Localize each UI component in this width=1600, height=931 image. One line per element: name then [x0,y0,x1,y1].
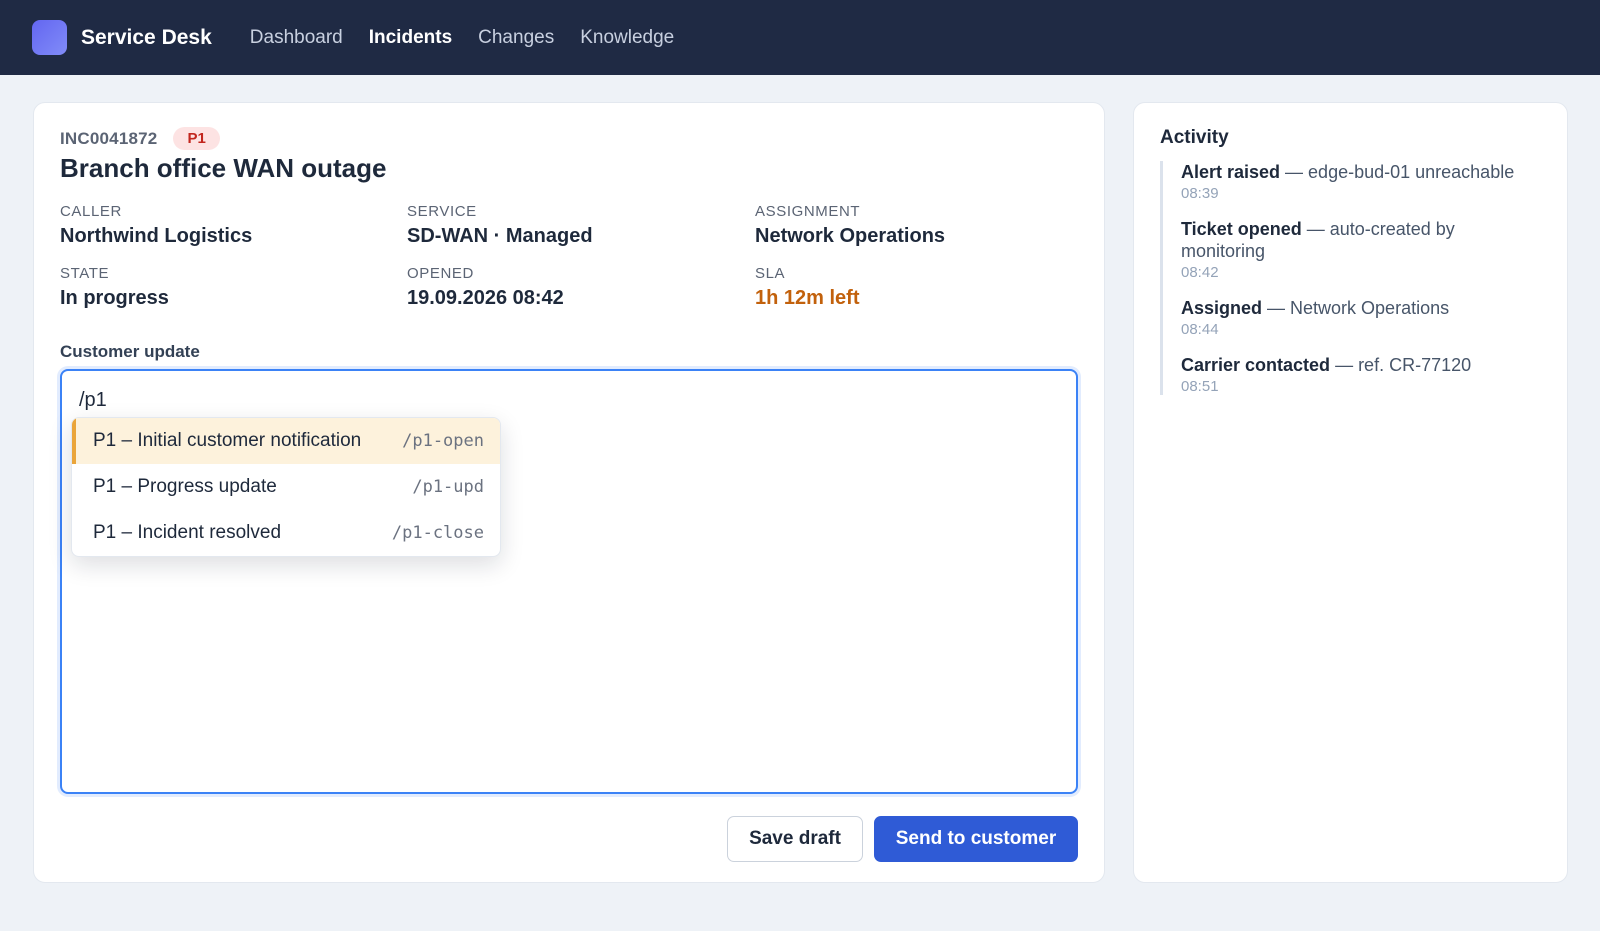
field-assignment: ASSIGNMENT Network Operations [755,203,945,248]
field-value: In progress [60,287,169,309]
suggestion-item-p1-open[interactable]: P1 – Initial customer notification /p1-o… [72,418,500,464]
field-service: SERVICE SD-WAN · Managed [407,203,593,248]
ticket-id: INC0041872 [60,128,158,148]
field-label: STATE [60,265,110,282]
field-label: SERVICE [407,203,477,220]
customer-update-label: Customer update [60,342,200,361]
field-value: Network Operations [755,225,946,247]
sla-value: 1h 12m left [755,287,860,309]
field-label: ASSIGNMENT [755,203,861,220]
event-detail: — Network Operations [1262,298,1450,318]
activity-event: Assigned — Network Operations 08:44 [1181,297,1541,338]
activity-timeline: Alert raised — edge-bud-01 unreachable 0… [1160,161,1541,395]
activity-event: Ticket opened — auto-created by monitori… [1181,218,1541,281]
ticket-title: Branch office WAN outage [60,153,387,183]
textarea-value[interactable]: /p1 [79,389,107,412]
field-label: SLA [755,265,786,282]
activity-event: Carrier contacted — ref. CR-77120 08:51 [1181,354,1541,395]
activity-title: Activity [1160,127,1229,148]
event-title: Assigned [1181,298,1263,318]
event-time: 08:39 [1181,185,1219,202]
send-to-customer-button[interactable]: Send to customer [874,816,1078,862]
event-detail: — ref. CR-77120 [1330,355,1472,375]
event-time: 08:51 [1181,378,1219,395]
field-state: STATE In progress [60,265,169,310]
field-value: 19.09.2026 08:42 [407,287,564,309]
field-sla: SLA 1h 12m left [755,265,859,310]
suggestion-code: /p1-open [402,431,484,451]
customer-update-textarea[interactable]: /p1 P1 – Initial customer notification /… [60,369,1078,794]
main-nav: Dashboard Incidents Changes Knowledge [250,27,700,49]
field-value: SD-WAN · Managed [407,225,593,247]
nav-item-knowledge[interactable]: Knowledge [580,27,674,49]
nav-item-changes[interactable]: Changes [478,27,554,49]
template-suggestions-dropdown: P1 – Initial customer notification /p1-o… [71,417,501,557]
field-value: Northwind Logistics [60,225,253,247]
event-line: Ticket opened — auto-created by monitori… [1181,218,1541,262]
ticket-id-row: INC0041872 P1 [60,127,220,150]
event-time: 08:44 [1181,321,1219,338]
priority-badge: P1 [173,127,220,150]
app-name[interactable]: Service Desk [81,26,212,50]
field-label: CALLER [60,203,122,220]
suggestion-label: P1 – Progress update [93,476,277,497]
event-line: Carrier contacted — ref. CR-77120 [1181,354,1541,376]
save-draft-button[interactable]: Save draft [727,816,863,862]
activity-panel: Activity Alert raised — edge-bud-01 unre… [1133,102,1568,883]
suggestion-code: /p1-upd [412,477,484,497]
field-opened: OPENED 19.09.2026 08:42 [407,265,564,310]
event-title: Ticket opened [1181,219,1302,239]
event-line: Assigned — Network Operations [1181,297,1541,319]
field-caller: CALLER Northwind Logistics [60,203,252,248]
nav-item-dashboard[interactable]: Dashboard [250,27,343,49]
suggestion-label: P1 – Initial customer notification [93,430,362,451]
activity-event: Alert raised — edge-bud-01 unreachable 0… [1181,161,1541,202]
suggestion-label: P1 – Incident resolved [93,522,282,543]
top-bar: Service Desk Dashboard Incidents Changes… [0,0,1600,75]
event-title: Carrier contacted [1181,355,1331,375]
app-logo-icon[interactable] [32,20,67,55]
nav-item-incidents[interactable]: Incidents [369,27,452,49]
event-line: Alert raised — edge-bud-01 unreachable [1181,161,1541,183]
incident-card: INC0041872 P1 Branch office WAN outage C… [33,102,1105,883]
suggestion-item-p1-close[interactable]: P1 – Incident resolved /p1-close [72,510,500,556]
suggestion-code: /p1-close [391,523,484,543]
field-label: OPENED [407,265,474,282]
suggestion-item-p1-upd[interactable]: P1 – Progress update /p1-upd [72,464,500,510]
event-title: Alert raised [1181,162,1281,182]
event-time: 08:42 [1181,264,1219,281]
event-detail: — edge-bud-01 unreachable [1280,162,1515,182]
